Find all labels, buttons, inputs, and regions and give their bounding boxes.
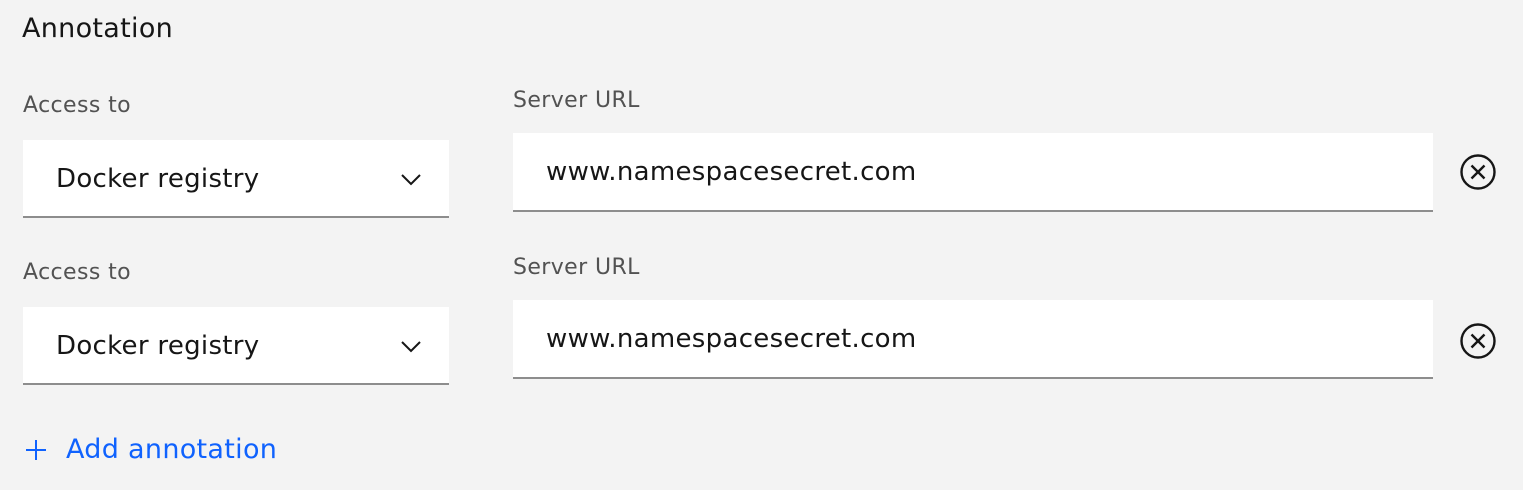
- server-url-input[interactable]: [513, 133, 1433, 212]
- add-annotation-button[interactable]: Add annotation: [24, 432, 277, 468]
- close-circle-icon[interactable]: [1459, 322, 1497, 360]
- chevron-down-icon: [401, 174, 421, 186]
- plus-icon: [26, 440, 46, 460]
- close-circle-icon[interactable]: [1459, 153, 1497, 191]
- access-to-dropdown[interactable]: Docker registry: [23, 140, 449, 218]
- access-to-selected-value: Docker registry: [56, 164, 260, 194]
- add-annotation-label: Add annotation: [66, 434, 278, 465]
- access-to-label: Access to: [23, 260, 131, 285]
- access-to-selected-value: Docker registry: [56, 331, 260, 361]
- annotation-row: Access to Server URL Docker registry: [0, 0, 1523, 385]
- server-url-input[interactable]: [513, 300, 1433, 379]
- chevron-down-icon: [401, 341, 421, 353]
- access-to-dropdown[interactable]: Docker registry: [23, 307, 449, 385]
- annotation-form: Annotation Access to Server URL Docker r…: [0, 0, 1523, 490]
- server-url-label: Server URL: [513, 255, 640, 280]
